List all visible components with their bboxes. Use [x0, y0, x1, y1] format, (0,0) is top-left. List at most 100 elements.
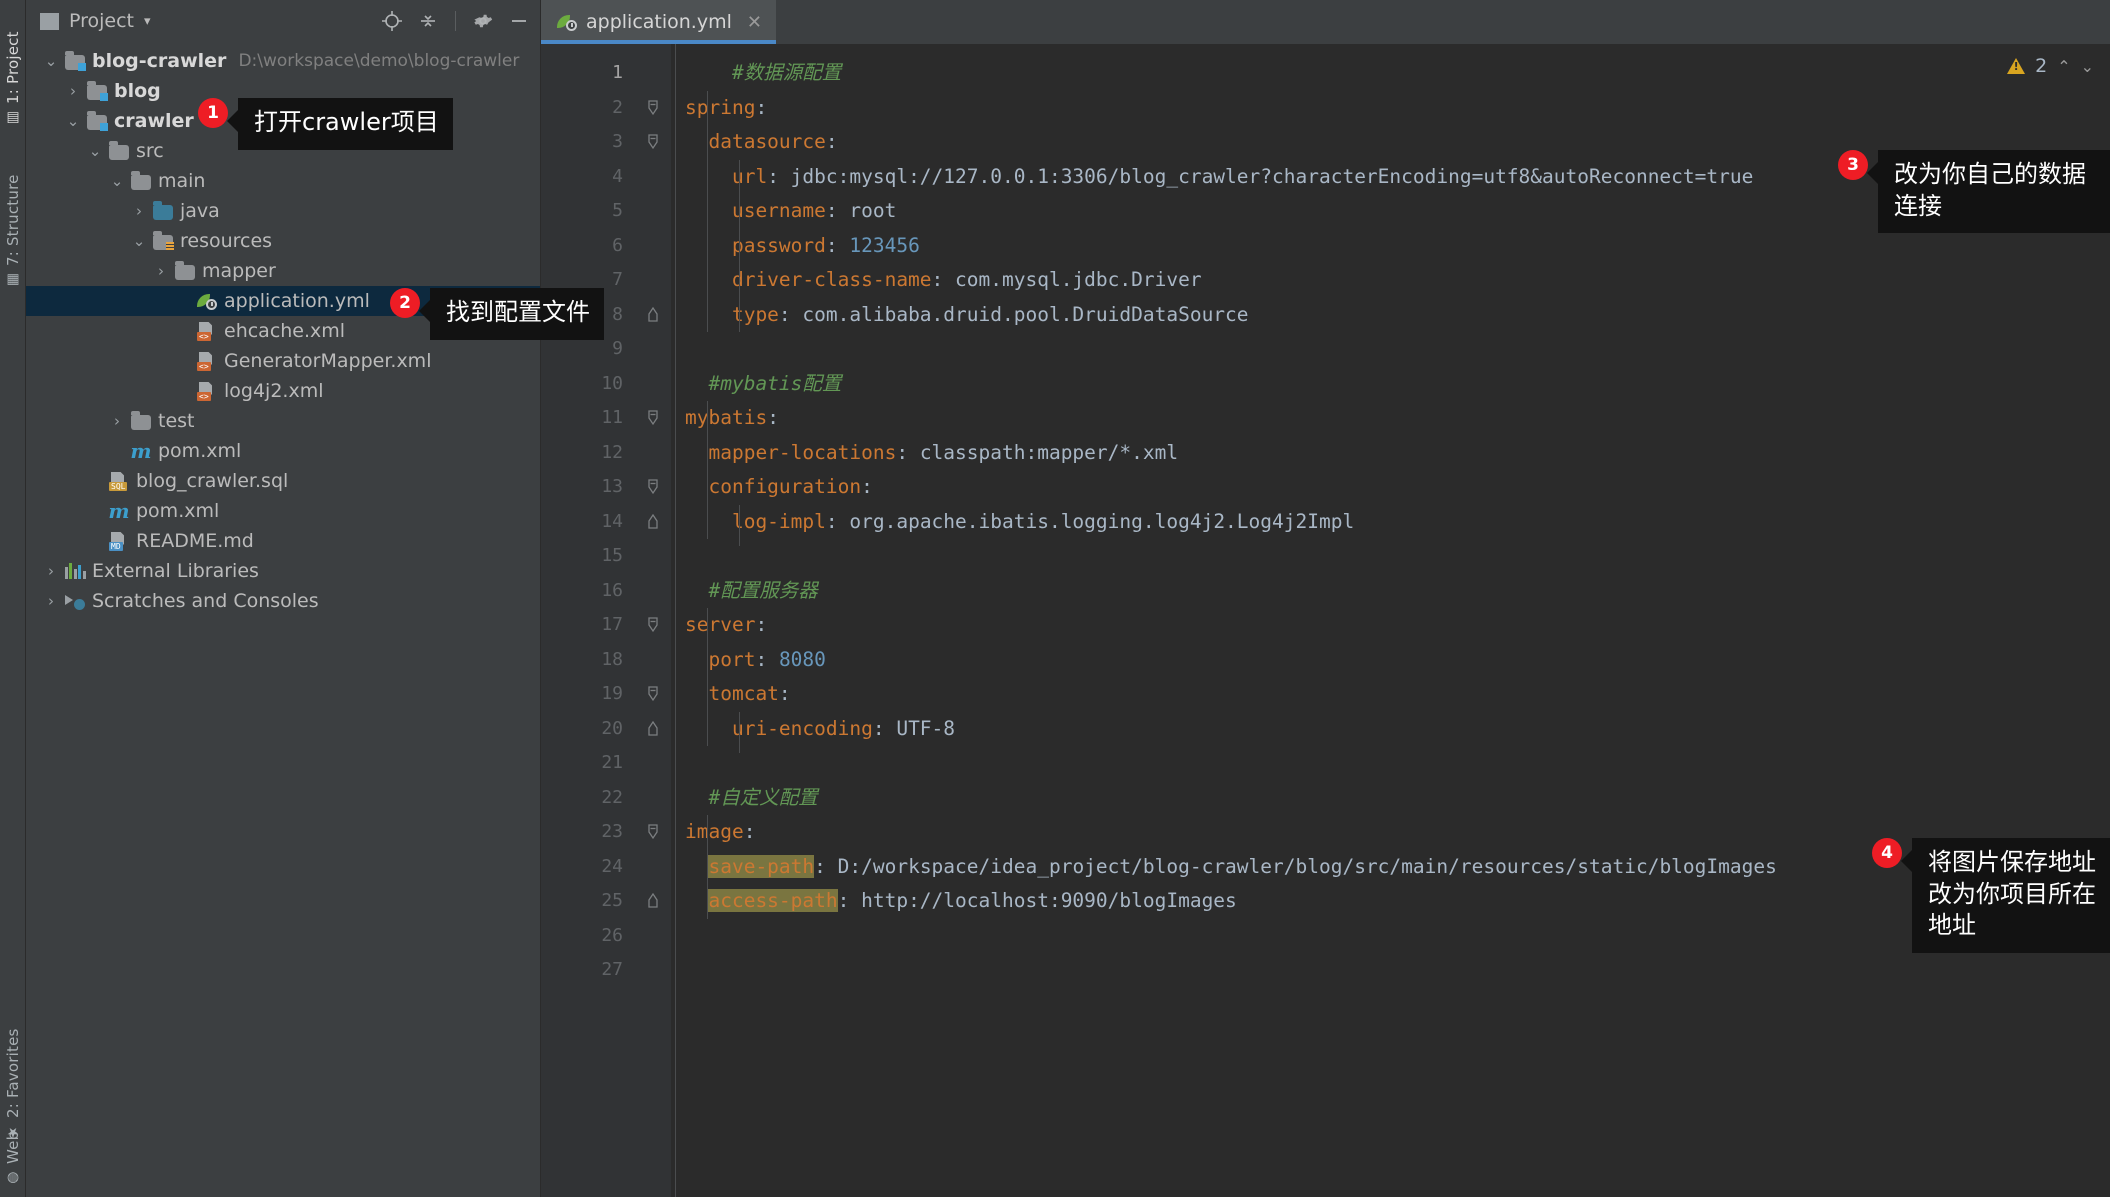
code-line[interactable]: type: com.alibaba.druid.pool.DruidDataSo…	[671, 298, 2068, 333]
xml-file-icon: <>	[194, 351, 220, 371]
code-token: :	[825, 199, 850, 222]
code-line[interactable]	[671, 539, 2068, 574]
chevron-down-icon[interactable]: ⌄	[2081, 57, 2094, 76]
code-line[interactable]: save-path: D:/workspace/idea_project/blo…	[671, 850, 2068, 885]
code-token: uri-encoding	[685, 716, 873, 740]
code-token: :	[755, 613, 768, 636]
code-token: classpath:mapper/*.xml	[919, 440, 1179, 464]
code-line[interactable]: configuration:	[671, 470, 2068, 505]
fold-region-end-icon[interactable]	[646, 892, 660, 908]
code-line[interactable]: mybatis:	[671, 401, 2068, 436]
code-token: driver-class-name	[685, 268, 932, 291]
chevron-right-icon[interactable]: ›	[40, 593, 62, 609]
project-icon: ▤	[5, 109, 21, 126]
tab-application-yml[interactable]: application.yml ✕	[541, 0, 776, 44]
tree-item-pom-xml[interactable]: m pom.xml	[26, 436, 540, 466]
tree-item-java[interactable]: › java	[26, 196, 540, 226]
code-token: root	[849, 199, 897, 222]
code-line[interactable]: #数据源配置	[671, 56, 2068, 91]
line-number: 21	[601, 752, 623, 773]
chevron-right-icon[interactable]: ›	[62, 83, 84, 99]
code-line[interactable]: mapper-locations: classpath:mapper/*.xml	[671, 436, 2068, 471]
warning-count: 2	[2035, 55, 2048, 77]
tree-item-pom-xml[interactable]: m pom.xml	[26, 496, 540, 526]
toolwindow-button-web[interactable]: ◍ Web	[0, 1100, 26, 1186]
toolwindow-button-project[interactable]: ▤ 1: Project	[0, 8, 26, 126]
code-line[interactable]: driver-class-name: com.mysql.jdbc.Driver	[671, 263, 2068, 298]
code-line[interactable]	[671, 953, 2068, 988]
code-line[interactable]: spring:	[671, 91, 2068, 126]
gutter-divider	[675, 44, 676, 1197]
chevron-down-icon[interactable]: ⌄	[128, 233, 150, 249]
chevron-right-icon[interactable]: ›	[150, 263, 172, 279]
line-number: 6	[612, 234, 623, 256]
collapse-all-icon[interactable]	[415, 8, 441, 34]
tree-item-main[interactable]: ⌄ main	[26, 166, 540, 196]
inspection-widget[interactable]: 2 ⌃ ⌄	[1991, 44, 2110, 88]
fold-region-start-icon[interactable]	[646, 410, 660, 426]
fold-region-end-icon[interactable]	[646, 306, 660, 322]
chevron-up-icon[interactable]: ⌃	[2057, 57, 2070, 76]
fold-region-end-icon[interactable]	[646, 720, 660, 736]
tree-item-scratches-and-consoles[interactable]: › Scratches and Consoles	[26, 586, 540, 616]
line-number: 25	[601, 890, 623, 911]
code-token: #自定义配置	[708, 785, 818, 809]
toolwindow-button-structure[interactable]: ▦ 7: Structure	[0, 138, 26, 288]
tree-item-resources[interactable]: ⌄ resources	[26, 226, 540, 256]
code-token: org.apache.ibatis.logging.log4j2.Log4j2I…	[849, 509, 1355, 533]
code-folding-gutter[interactable]	[637, 44, 671, 1197]
chevron-down-icon[interactable]: ⌄	[62, 113, 84, 129]
chevron-down-icon[interactable]: ⌄	[40, 53, 62, 69]
fold-region-start-icon[interactable]	[646, 99, 660, 115]
tree-item-blog-crawler-sql[interactable]: SQL blog_crawler.sql	[26, 466, 540, 496]
code-line[interactable]	[671, 332, 2068, 367]
code-line[interactable]: tomcat:	[671, 677, 2068, 712]
gear-icon[interactable]	[470, 8, 496, 34]
fold-region-start-icon[interactable]	[646, 686, 660, 702]
code-line[interactable]: uri-encoding: UTF-8	[671, 712, 2068, 747]
code-line[interactable]: port: 8080	[671, 643, 2068, 678]
code-line[interactable]: image:	[671, 815, 2068, 850]
locate-icon[interactable]	[379, 8, 405, 34]
code-token: url	[685, 164, 768, 188]
toolwindow-label-web: Web	[4, 1130, 22, 1164]
fold-region-end-icon[interactable]	[646, 513, 660, 529]
tree-item-log4j2-xml[interactable]: <> log4j2.xml	[26, 376, 540, 406]
code-line[interactable]: #mybatis配置	[671, 367, 2068, 402]
chevron-down-icon[interactable]: ⌄	[106, 173, 128, 189]
chevron-right-icon[interactable]: ›	[106, 413, 128, 429]
code-line[interactable]	[671, 919, 2068, 954]
line-number: 10	[601, 372, 623, 394]
code-line[interactable]: access-path: http://localhost:9090/blogI…	[671, 884, 2068, 919]
code-line[interactable]: #配置服务器	[671, 574, 2068, 609]
tree-item-label: resources	[180, 230, 273, 252]
close-icon[interactable]: ✕	[747, 12, 762, 33]
tree-item-blog-crawler[interactable]: ⌄ blog-crawler D:\workspace\demo\blog-craw…	[26, 46, 540, 76]
code-line[interactable]: #自定义配置	[671, 781, 2068, 816]
tree-item-generatormapper-xml[interactable]: <> GeneratorMapper.xml	[26, 346, 540, 376]
code-line[interactable]: log-impl: org.apache.ibatis.logging.log4…	[671, 505, 2068, 540]
fold-region-start-icon[interactable]	[646, 134, 660, 150]
chevron-right-icon[interactable]: ›	[128, 203, 150, 219]
fold-region-start-icon[interactable]	[646, 824, 660, 840]
chevron-down-icon[interactable]: ⌄	[84, 143, 106, 159]
code-line[interactable]	[671, 746, 2068, 781]
chevron-right-icon[interactable]: ›	[40, 563, 62, 579]
tree-item-external-libraries[interactable]: › External Libraries	[26, 556, 540, 586]
tree-item-label: blog-crawler	[92, 50, 227, 72]
tree-item-label: test	[158, 410, 195, 432]
code-token: com.alibaba.druid.pool.DruidDataSource	[802, 302, 1249, 326]
code-token: :	[767, 406, 779, 429]
fold-region-start-icon[interactable]	[646, 617, 660, 633]
chevron-down-icon[interactable]: ▾	[144, 14, 151, 29]
code-line[interactable]: server:	[671, 608, 2068, 643]
tree-item-test[interactable]: › test	[26, 406, 540, 436]
callout-text: 打开crawler项目	[227, 98, 453, 150]
tree-item-readme-md[interactable]: MD README.md	[26, 526, 540, 556]
fold-region-start-icon[interactable]	[646, 479, 660, 495]
tree-item-mapper[interactable]: › mapper	[26, 256, 540, 286]
code-line[interactable]: password: 123456	[671, 229, 2068, 264]
line-number: 16	[601, 579, 623, 601]
hide-icon[interactable]	[506, 8, 532, 34]
